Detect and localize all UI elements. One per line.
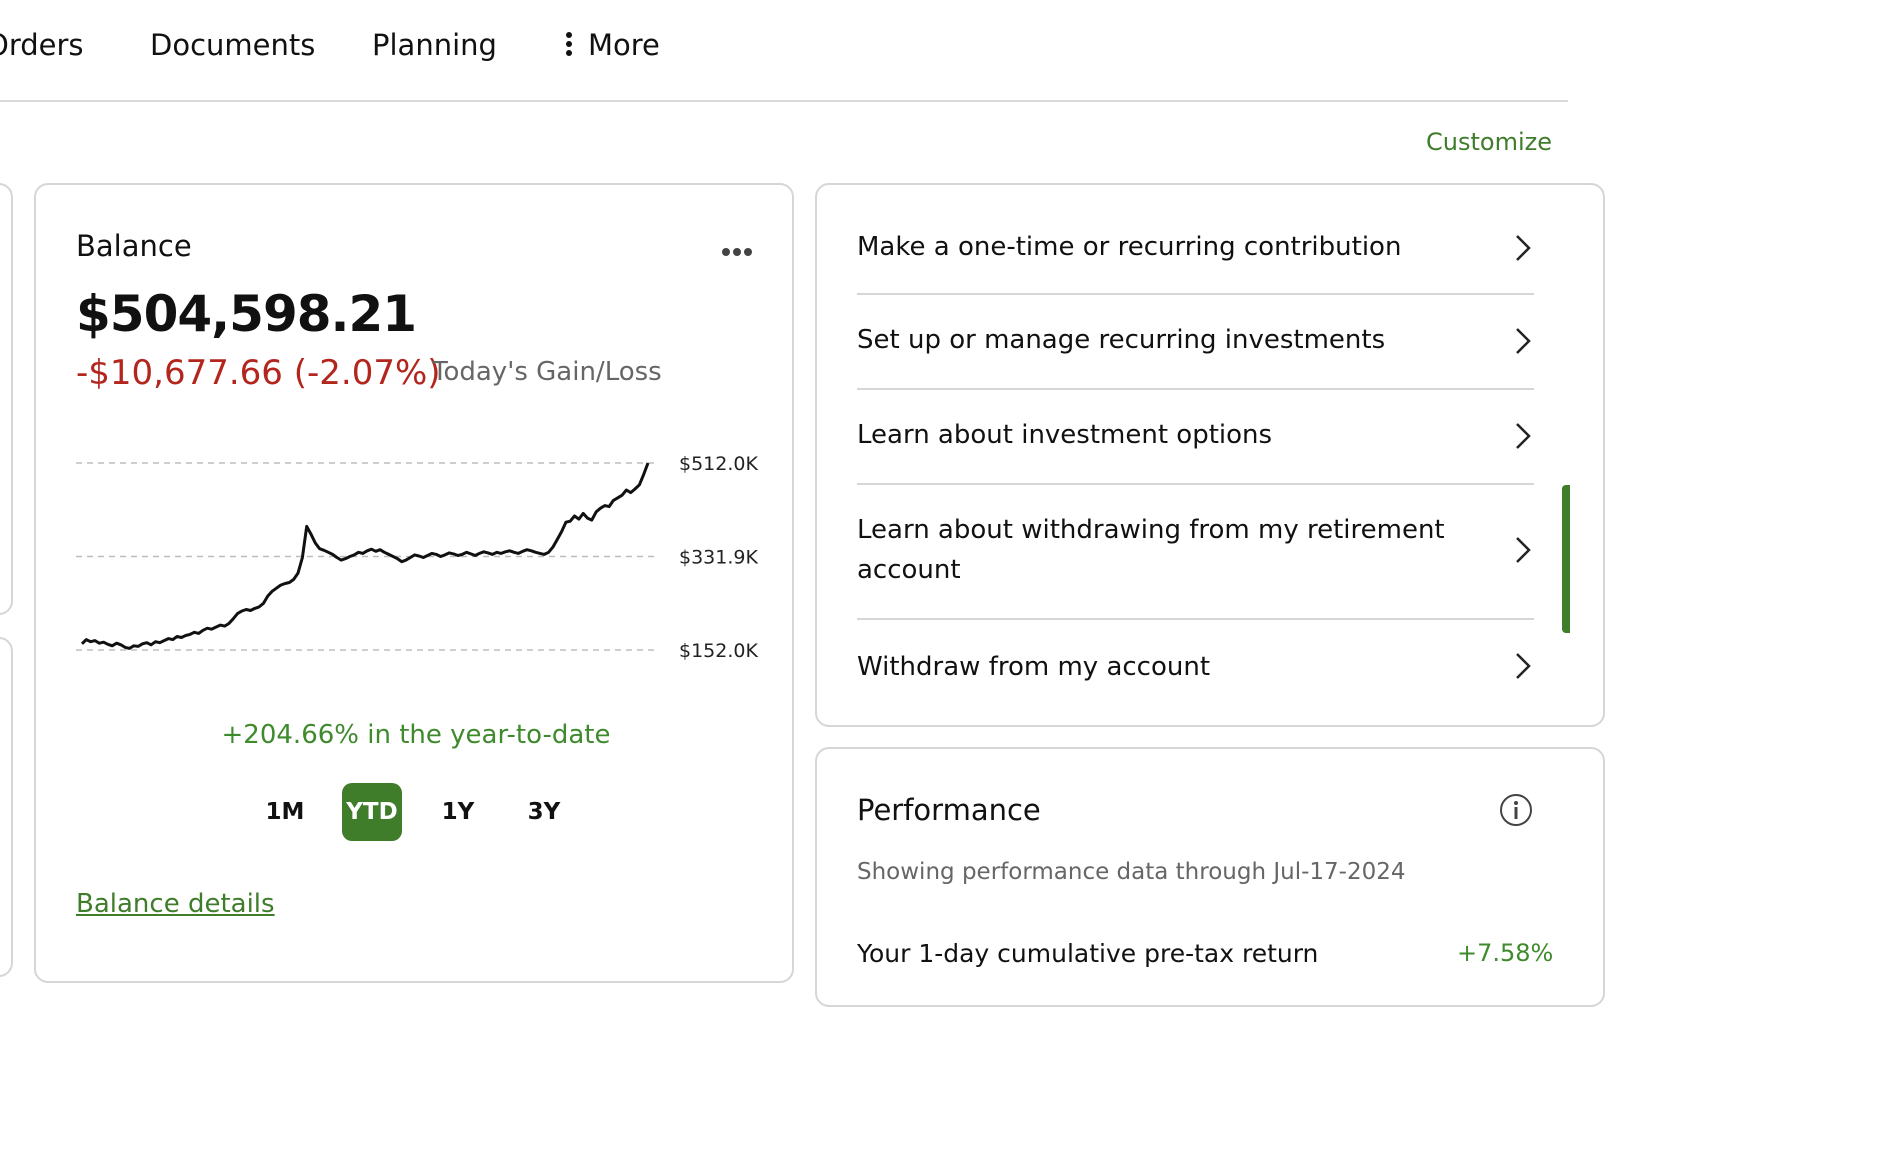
balance-chart: $512.0K $331.9K $152.0K — [76, 453, 758, 662]
performance-row-label: Your 1-day cumulative pre-tax return — [857, 939, 1319, 968]
performance-card: Performance Showing performance data thr… — [815, 747, 1605, 1007]
chart-y-tick-label: $512.0K — [679, 453, 758, 475]
action-label: Learn about investment options — [857, 420, 1273, 450]
scroll-indicator — [1562, 485, 1570, 633]
left-card-partial-2 — [0, 637, 13, 977]
chart-grid — [76, 462, 654, 651]
action-recurring-investments[interactable]: Set up or manage recurring investments — [857, 293, 1534, 390]
chevron-right-icon — [1516, 653, 1531, 679]
more-vertical-icon — [566, 29, 572, 59]
chart-y-tick-label: $331.9K — [679, 547, 758, 569]
range-button-1m[interactable]: 1M — [255, 783, 315, 841]
chevron-right-icon — [1516, 235, 1531, 261]
chevron-right-icon — [1516, 423, 1531, 449]
left-card-partial — [0, 183, 13, 615]
performance-title: Performance — [857, 793, 1041, 827]
top-navigation: Orders Documents Planning More — [0, 0, 1568, 102]
nav-more[interactable]: More — [566, 28, 660, 62]
performance-row-value: +7.58% — [1457, 939, 1554, 967]
action-label: Set up or manage recurring investments — [857, 325, 1386, 355]
info-icon[interactable] — [1499, 793, 1533, 827]
range-button-3y[interactable]: 3Y — [514, 783, 574, 841]
action-contribution[interactable]: Make a one-time or recurring contributio… — [857, 185, 1534, 295]
action-label: Make a one-time or recurring contributio… — [857, 232, 1402, 262]
balance-card: Balance $504,598.21 -$10,677.66 (-2.07%)… — [34, 183, 794, 983]
nav-more-label: More — [588, 28, 660, 62]
ytd-summary: +204.66% in the year-to-date — [221, 720, 611, 750]
nav-documents[interactable]: Documents — [150, 28, 315, 62]
range-button-ytd[interactable]: YTD — [342, 783, 402, 841]
performance-subtitle: Showing performance data through Jul-17-… — [857, 859, 1406, 885]
action-learn-withdrawing[interactable]: Learn about withdrawing from my retireme… — [857, 483, 1534, 620]
actions-card: Make a one-time or recurring contributio… — [815, 183, 1605, 727]
chevron-right-icon — [1516, 537, 1531, 563]
range-button-1y[interactable]: 1Y — [428, 783, 488, 841]
nav-orders[interactable]: Orders — [0, 28, 84, 62]
action-label: Learn about withdrawing from my retireme… — [857, 515, 1445, 585]
customize-link[interactable]: Customize — [1426, 128, 1552, 156]
action-withdraw[interactable]: Withdraw from my account — [857, 618, 1534, 718]
chart-y-tick-label: $152.0K — [679, 640, 758, 662]
action-investment-options[interactable]: Learn about investment options — [857, 388, 1534, 485]
action-label: Withdraw from my account — [857, 652, 1211, 682]
chevron-right-icon — [1516, 328, 1531, 354]
balance-details-link[interactable]: Balance details — [76, 889, 275, 919]
balance-line — [80, 462, 650, 650]
chart-y-ticks: $512.0K $331.9K $152.0K — [679, 453, 758, 662]
nav-planning[interactable]: Planning — [372, 28, 497, 62]
